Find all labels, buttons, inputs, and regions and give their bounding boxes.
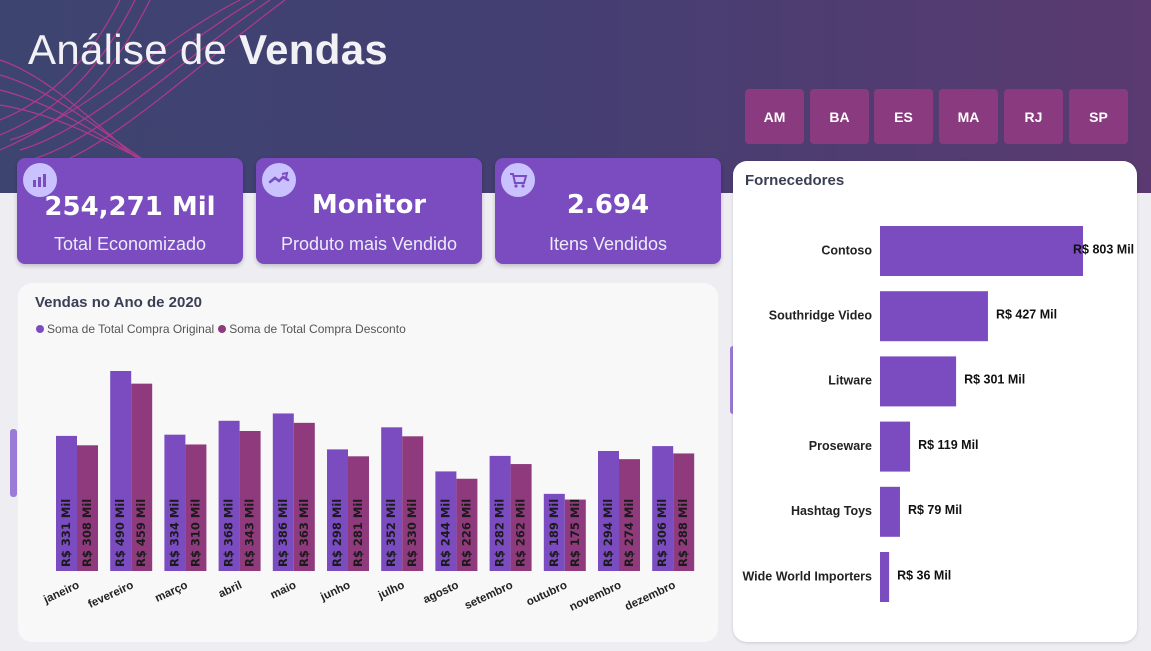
- supplier-label-5: Wide World Importers: [742, 569, 872, 583]
- data-label-original-9: R$ 189 Mil: [547, 499, 561, 567]
- data-label-original-3: R$ 368 Mil: [222, 499, 236, 567]
- state-filter-sp[interactable]: SP: [1069, 89, 1128, 144]
- supplier-bar-2: [880, 356, 957, 407]
- kpi-card-itens-vendidos: 2.694 Itens Vendidos: [495, 158, 721, 264]
- x-tick-label-6: julho: [376, 579, 407, 602]
- supplier-bar-3: [880, 421, 911, 472]
- supplier-value-label-4: R$ 79 Mil: [908, 503, 962, 517]
- page-title: Análise de Vendas: [28, 26, 388, 74]
- suppliers-title: Fornecedores: [745, 172, 845, 189]
- x-tick-label-1: fevereiro: [86, 579, 135, 610]
- x-tick-label-11: dezembro: [623, 579, 677, 613]
- data-label-original-11: R$ 306 Mil: [655, 499, 669, 567]
- x-tick-label-5: junho: [318, 579, 352, 604]
- data-label-original-10: R$ 294 Mil: [601, 499, 615, 567]
- supplier-label-1: Southridge Video: [769, 308, 873, 322]
- data-label-desconto-0: R$ 308 Mil: [80, 499, 94, 567]
- kpi-card-produto-mais-vendido: Monitor Produto mais Vendido: [256, 158, 482, 264]
- legend-item-original[interactable]: Soma de Total Compra Original: [36, 322, 214, 336]
- data-label-original-1: R$ 490 Mil: [113, 499, 127, 567]
- data-label-desconto-3: R$ 343 Mil: [243, 499, 257, 567]
- supplier-value-label-2: R$ 301 Mil: [964, 373, 1025, 387]
- state-filter-am[interactable]: AM: [745, 89, 804, 144]
- x-tick-label-10: novembro: [568, 579, 623, 613]
- sales-chart-legend: Soma de Total Compra Original Soma de To…: [36, 322, 406, 336]
- data-label-desconto-2: R$ 310 Mil: [188, 499, 202, 567]
- suppliers-bar-chart: Contoso R$ 803 Mil Southridge Video R$ 427 …: [742, 226, 1134, 602]
- legend-label-original: Soma de Total Compra Original: [47, 322, 215, 336]
- data-label-original-2: R$ 334 Mil: [167, 499, 181, 567]
- supplier-bar-5: [880, 552, 890, 602]
- supplier-label-3: Proseware: [809, 439, 872, 453]
- legend-item-desconto[interactable]: Soma de Total Compra Desconto: [218, 322, 406, 336]
- kpi-label: Produto mais Vendido: [280, 234, 458, 254]
- sales-chart-title: Vendas no Ano de 2020: [35, 294, 202, 311]
- data-label-original-6: R$ 352 Mil: [384, 499, 398, 567]
- data-label-desconto-8: R$ 262 Mil: [514, 499, 528, 567]
- legend-label-desconto: Soma de Total Compra Desconto: [229, 322, 406, 336]
- x-tick-label-3: abril: [217, 579, 244, 600]
- x-tick-label-9: outubro: [525, 579, 569, 608]
- supplier-value-label-3: R$ 119 Mil: [918, 438, 978, 452]
- kpi-value: 254,271 Mil: [44, 192, 216, 222]
- kpi-card-total-economizado: 254,271 Mil Total Economizado: [17, 158, 243, 264]
- page-title-bold: Vendas: [239, 26, 389, 73]
- supplier-value-label-0: R$ 803 Mil: [1073, 242, 1134, 256]
- data-label-desconto-6: R$ 330 Mil: [405, 499, 419, 567]
- side-panel-handle-left[interactable]: [10, 429, 17, 497]
- kpi-value: 2.694: [566, 190, 650, 220]
- x-tick-label-4: maio: [269, 579, 298, 601]
- data-label-original-8: R$ 282 Mil: [493, 499, 507, 567]
- data-label-original-7: R$ 244 Mil: [438, 499, 452, 567]
- data-label-desconto-10: R$ 274 Mil: [622, 499, 636, 567]
- sales-bar-chart: R$ 331 Mil R$ 308 Mil janeiro R$ 490 Mil R$ …: [41, 371, 695, 614]
- data-label-original-4: R$ 386 Mil: [276, 499, 290, 567]
- supplier-bar-4: [880, 486, 900, 537]
- x-tick-label-8: setembro: [463, 579, 515, 612]
- page-title-light: Análise de: [28, 26, 228, 73]
- kpi-label: Total Economizado: [53, 234, 207, 254]
- state-filter-rj[interactable]: RJ: [1004, 89, 1063, 144]
- state-filter-ba[interactable]: BA: [810, 89, 869, 144]
- data-label-desconto-11: R$ 288 Mil: [676, 499, 690, 567]
- state-filter-ma[interactable]: MA: [939, 89, 998, 144]
- supplier-bar-0: [880, 226, 1083, 276]
- kpi-value: Monitor: [311, 190, 427, 220]
- supplier-value-label-5: R$ 36 Mil: [897, 568, 951, 582]
- supplier-label-0: Contoso: [821, 243, 872, 257]
- x-tick-label-7: agosto: [421, 579, 460, 606]
- legend-dot-original: [36, 325, 44, 333]
- data-label-desconto-4: R$ 363 Mil: [297, 499, 311, 567]
- legend-dot-desconto: [218, 325, 227, 333]
- supplier-bar-1: [880, 291, 988, 342]
- x-tick-label-2: março: [153, 579, 189, 604]
- data-label-desconto-7: R$ 226 Mil: [459, 499, 473, 567]
- data-label-desconto-1: R$ 459 Mil: [134, 499, 148, 567]
- data-label-desconto-9: R$ 175 Mil: [568, 499, 582, 567]
- data-label-original-5: R$ 298 Mil: [330, 499, 344, 567]
- data-label-desconto-5: R$ 281 Mil: [351, 499, 365, 567]
- supplier-label-2: Litware: [828, 374, 872, 388]
- state-filter-es[interactable]: ES: [874, 89, 933, 144]
- supplier-value-label-1: R$ 427 Mil: [996, 307, 1057, 321]
- supplier-label-4: Hashtag Toys: [791, 504, 872, 518]
- x-tick-label-0: janeiro: [41, 579, 81, 606]
- kpi-label: Itens Vendidos: [548, 234, 668, 254]
- data-label-original-0: R$ 331 Mil: [59, 499, 73, 567]
